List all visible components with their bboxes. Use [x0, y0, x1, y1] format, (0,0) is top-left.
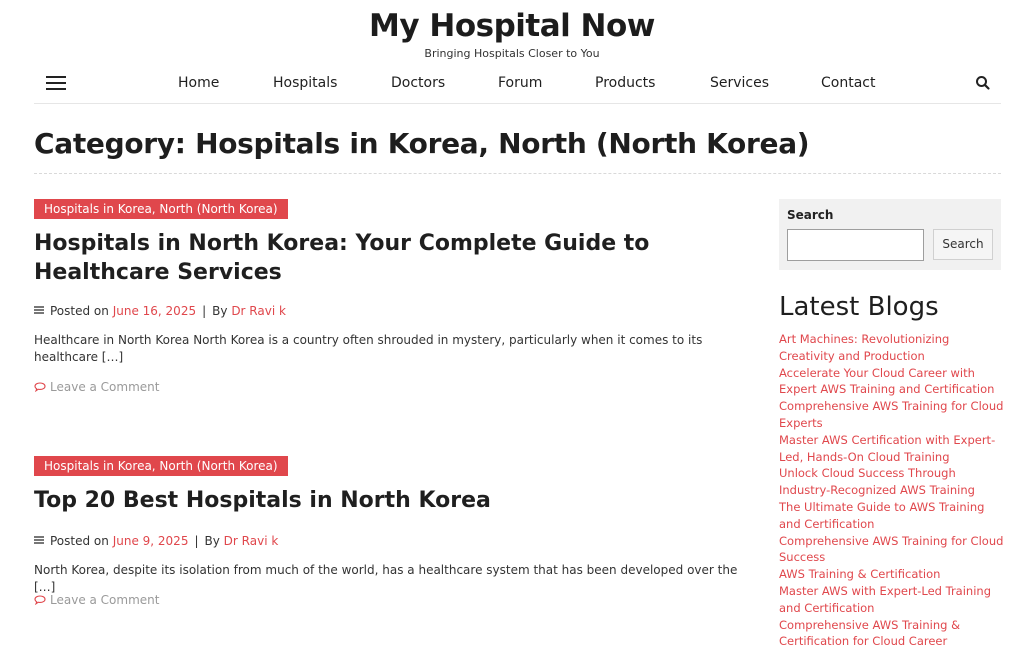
search-icon[interactable] [975, 74, 991, 92]
post-author[interactable]: Dr Ravi k [231, 304, 286, 318]
site-title[interactable]: My Hospital Now [0, 6, 1024, 46]
latest-blog-link[interactable]: The Ultimate Guide to AWS Training and C… [779, 499, 1004, 533]
post-title[interactable]: Top 20 Best Hospitals in North Korea [34, 486, 754, 515]
post-title[interactable]: Hospitals in North Korea: Your Complete … [34, 229, 754, 287]
latest-blog-link[interactable]: Art Machines: Revolutionizing Creativity… [779, 331, 1004, 365]
latest-blog-link[interactable]: AWS Training & Certification [779, 566, 1004, 583]
site-tagline: Bringing Hospitals Closer to You [424, 47, 600, 60]
latest-blog-link[interactable]: Master AWS Certification with Expert-Led… [779, 432, 1004, 466]
post-author[interactable]: Dr Ravi k [224, 534, 279, 548]
latest-blog-link[interactable]: Unlock Cloud Success Through Industry-Re… [779, 465, 1004, 499]
post-meta: Posted on June 16, 2025 | By Dr Ravi k [34, 303, 286, 319]
search-input[interactable] [787, 229, 924, 261]
by-label: By [212, 304, 228, 318]
post-date[interactable]: June 16, 2025 [113, 304, 196, 318]
leave-comment-link[interactable]: Leave a Comment [34, 592, 159, 608]
post-excerpt: North Korea, despite its isolation from … [34, 563, 738, 594]
nav-item-services[interactable]: Services [710, 74, 769, 92]
latest-blogs-heading: Latest Blogs [779, 292, 939, 322]
search-widget: Search Search [779, 199, 1001, 270]
category-badge[interactable]: Hospitals in Korea, North (North Korea) [34, 199, 288, 219]
nav-item-hospitals[interactable]: Hospitals [273, 74, 337, 92]
menu-lines-icon [34, 536, 44, 544]
post-meta: Posted on June 9, 2025 | By Dr Ravi k [34, 533, 278, 549]
site-header: My Hospital Now Bringing Hospitals Close… [0, 0, 1024, 60]
nav-item-forum[interactable]: Forum [498, 74, 542, 92]
menu-lines-icon [34, 306, 44, 314]
comment-bubble-icon [34, 382, 46, 392]
latest-blogs-list: Art Machines: Revolutionizing Creativity… [779, 331, 1004, 650]
hamburger-menu-icon[interactable] [46, 75, 66, 91]
nav-item-products[interactable]: Products [595, 74, 655, 92]
latest-blog-link[interactable]: Comprehensive AWS Training for Cloud Suc… [779, 533, 1004, 567]
posted-on-label: Posted on [50, 304, 109, 318]
post-date[interactable]: June 9, 2025 [113, 534, 189, 548]
by-label: By [204, 534, 220, 548]
latest-blog-link[interactable]: Comprehensive AWS Training for Cloud Exp… [779, 398, 1004, 432]
nav-item-home[interactable]: Home [178, 74, 219, 92]
search-label: Search [787, 208, 834, 222]
category-badge[interactable]: Hospitals in Korea, North (North Korea) [34, 456, 288, 476]
leave-comment-label: Leave a Comment [50, 593, 160, 607]
search-button[interactable]: Search [933, 229, 993, 260]
posted-on-label: Posted on [50, 534, 109, 548]
latest-blog-link[interactable]: Comprehensive AWS Training & Certificati… [779, 617, 1004, 651]
post-excerpt: Healthcare in North Korea North Korea is… [34, 333, 703, 364]
title-divider [34, 173, 1001, 174]
page-title: Category: Hospitals in Korea, North (Nor… [34, 127, 810, 160]
nav-item-contact[interactable]: Contact [821, 74, 875, 92]
comment-bubble-icon [34, 595, 46, 605]
latest-blog-link[interactable]: Master AWS with Expert-Led Training and … [779, 583, 1004, 617]
leave-comment-link[interactable]: Leave a Comment [34, 379, 159, 395]
leave-comment-label: Leave a Comment [50, 380, 160, 394]
latest-blog-link[interactable]: Accelerate Your Cloud Career with Expert… [779, 365, 1004, 399]
main-navigation: Home Hospitals Doctors Forum Products Se… [34, 66, 1001, 104]
nav-item-doctors[interactable]: Doctors [391, 74, 445, 92]
